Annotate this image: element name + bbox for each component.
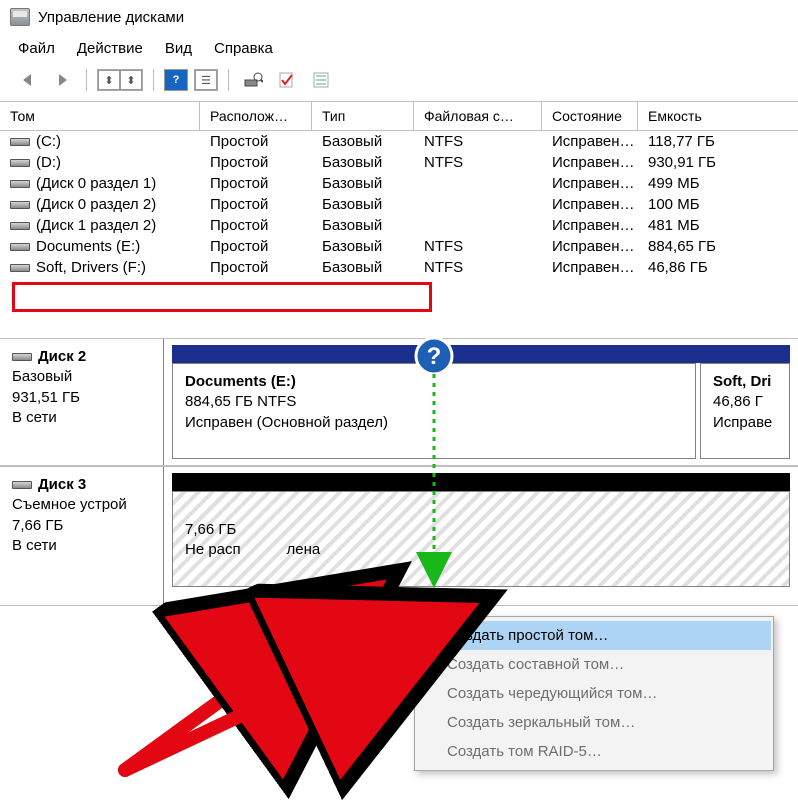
disk2-size: 931,51 ГБ	[12, 388, 151, 408]
toolbar-separator	[86, 69, 87, 91]
table-row[interactable]: (C:)ПростойБазовыйNTFSИсправен…118,77 ГБ	[0, 131, 798, 152]
table-row[interactable]: Soft, Drivers (F:)ПростойБазовыйNTFSИспр…	[0, 257, 798, 278]
partition-state: Исправе	[713, 413, 777, 433]
partition-name: Soft, Dri	[713, 372, 777, 392]
window-title: Управление дисками	[38, 9, 184, 26]
check-icon[interactable]	[273, 69, 301, 91]
table-row[interactable]: (Диск 0 раздел 1)ПростойБазовыйИсправен……	[0, 173, 798, 194]
titlebar: Управление дисками	[0, 0, 798, 34]
red-arrow	[125, 628, 320, 770]
disk2-status: В сети	[12, 408, 151, 428]
volume-icon	[10, 264, 30, 272]
menu-create-striped: Создать чередующийся том…	[417, 679, 771, 708]
disk3-unallocated[interactable]: 7,66 ГБ Не расп лена	[172, 491, 790, 587]
disk3-stripe	[172, 473, 790, 491]
col-type[interactable]: Тип	[312, 102, 414, 130]
menu-help[interactable]: Справка	[214, 40, 273, 57]
volume-icon	[10, 159, 30, 167]
partition-desc: 884,65 ГБ NTFS	[185, 392, 683, 412]
table-row[interactable]: (D:)ПростойБазовыйNTFSИсправен…930,91 ГБ	[0, 152, 798, 173]
volume-name: (D:)	[36, 154, 61, 171]
volume-name: (C:)	[36, 133, 61, 150]
context-menu: Создать простой том… Создать составной т…	[414, 616, 774, 771]
disk3-label: Диск 3	[38, 475, 86, 495]
volume-name: (Диск 1 раздел 2)	[36, 217, 156, 234]
volume-icon	[10, 180, 30, 188]
menu-view[interactable]: Вид	[165, 40, 192, 57]
disk2-info[interactable]: Диск 2 Базовый 931,51 ГБ В сети	[0, 339, 164, 465]
partition-desc: 46,86 Г	[713, 392, 777, 412]
toolbar-separator	[153, 69, 154, 91]
table-row[interactable]: (Диск 1 раздел 2)ПростойБазовыйИсправен……	[0, 215, 798, 236]
disk2-panel: Диск 2 Базовый 931,51 ГБ В сети Document…	[0, 338, 798, 466]
col-state[interactable]: Состояние	[542, 102, 638, 130]
table-row[interactable]: Documents (E:)ПростойБазовыйNTFSИсправен…	[0, 236, 798, 257]
menu-create-spanned: Создать составной том…	[417, 650, 771, 679]
partition-size: 7,66 ГБ	[185, 520, 777, 540]
forward-button[interactable]	[48, 69, 76, 91]
app-icon	[10, 8, 30, 26]
disk2-partition-f[interactable]: Soft, Dri 46,86 Г Исправе	[700, 363, 790, 459]
volume-icon	[10, 138, 30, 146]
menu-create-mirror: Создать зеркальный том…	[417, 708, 771, 737]
volume-icon	[10, 222, 30, 230]
disk2-stripe	[172, 345, 790, 363]
disk3-status: В сети	[12, 536, 151, 556]
partition-name: Documents (E:)	[185, 372, 683, 392]
disk3-info[interactable]: Диск 3 Съемное устрой 7,66 ГБ В сети	[0, 467, 164, 605]
disk-icon	[12, 481, 32, 489]
partition-state: Исправен (Основной раздел)	[185, 413, 683, 433]
menu-file[interactable]: Файл	[18, 40, 55, 57]
menu-create-raid5: Создать том RAID-5…	[417, 737, 771, 766]
toolbar-separator	[228, 69, 229, 91]
disk3-panel: Диск 3 Съемное устрой 7,66 ГБ В сети 7,6…	[0, 466, 798, 606]
volume-name: Documents (E:)	[36, 238, 140, 255]
list-check-icon[interactable]	[307, 69, 335, 91]
partition-state: Не расп лена	[185, 540, 777, 560]
help-button[interactable]: ?	[164, 69, 188, 91]
table-header: Том Располож… Тип Файловая с… Состояние …	[0, 102, 798, 131]
disk3-type: Съемное устрой	[12, 495, 151, 515]
disk2-type: Базовый	[12, 367, 151, 387]
menubar: Файл Действие Вид Справка	[0, 34, 798, 65]
volume-name: (Диск 0 раздел 2)	[36, 196, 156, 213]
col-layout[interactable]: Располож…	[200, 102, 312, 130]
red-arrow	[125, 638, 405, 770]
scan-disk-icon[interactable]	[239, 69, 267, 91]
disk2-label: Диск 2	[38, 347, 86, 367]
disk3-size: 7,66 ГБ	[12, 516, 151, 536]
col-filesystem[interactable]: Файловая с…	[414, 102, 542, 130]
menu-action[interactable]: Действие	[77, 40, 143, 57]
volume-icon	[10, 243, 30, 251]
panes-button[interactable]: ⬍⬍	[97, 69, 143, 91]
volume-table: Том Располож… Тип Файловая с… Состояние …	[0, 101, 798, 312]
disk-icon	[12, 353, 32, 361]
highlight-box	[12, 282, 432, 312]
col-tom[interactable]: Том	[0, 102, 200, 130]
col-capacity[interactable]: Емкость	[638, 102, 798, 130]
menu-create-simple[interactable]: Создать простой том…	[417, 621, 771, 650]
toolbar: ⬍⬍ ? ☰	[0, 65, 798, 101]
back-button[interactable]	[14, 69, 42, 91]
disk2-partition-e[interactable]: Documents (E:) 884,65 ГБ NTFS Исправен (…	[172, 363, 696, 459]
volume-icon	[10, 201, 30, 209]
view-button[interactable]: ☰	[194, 69, 218, 91]
volume-name: Soft, Drivers (F:)	[36, 259, 146, 276]
table-row[interactable]: (Диск 0 раздел 2)ПростойБазовыйИсправен……	[0, 194, 798, 215]
volume-name: (Диск 0 раздел 1)	[36, 175, 156, 192]
